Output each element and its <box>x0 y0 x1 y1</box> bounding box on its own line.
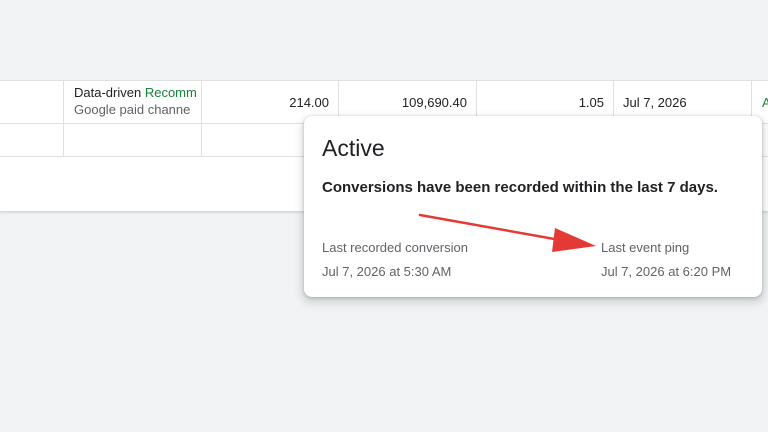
table-cell-leading <box>0 124 64 156</box>
table-cell-empty <box>64 124 202 156</box>
last-ping-label: Last event ping <box>601 240 690 255</box>
last-ping-value: Jul 7, 2026 at 6:20 PM <box>601 264 732 279</box>
status-tooltip-card: Active Conversions have been recorded wi… <box>304 116 762 297</box>
status-title: Active <box>322 135 385 161</box>
attribution-model-type: Data-driven <box>74 85 142 100</box>
attribution-model-cell: Data-driven Recomm Google paid channe <box>64 81 202 123</box>
table-cell-leading <box>0 81 64 123</box>
last-conversion-value: Jul 7, 2026 at 5:30 AM <box>322 264 452 279</box>
status-description: Conversions have been recorded within th… <box>322 179 718 196</box>
last-ping-block: Last event ping Jul 7, 2026 at 6:20 PM <box>601 240 731 280</box>
recommended-badge: Recomm <box>144 85 197 100</box>
last-conversion-block: Last recorded conversion Jul 7, 2026 at … <box>322 240 468 280</box>
status-badge[interactable]: A <box>762 95 768 110</box>
attribution-model-subtext: Google paid channe <box>74 102 191 117</box>
last-conversion-label: Last recorded conversion <box>322 240 468 255</box>
